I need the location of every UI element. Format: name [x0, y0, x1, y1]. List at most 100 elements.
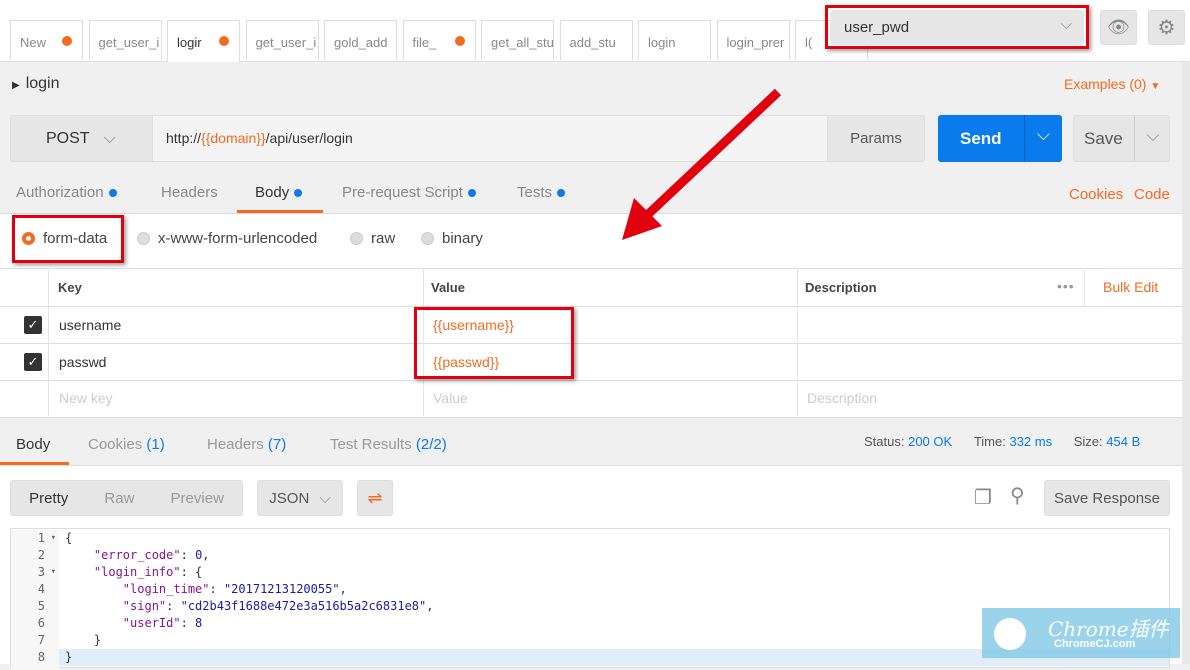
json-string: "20171213120055"	[223, 582, 340, 596]
examples-label: Examples (0)	[1064, 76, 1147, 92]
view-pretty[interactable]: Pretty	[29, 490, 68, 507]
request-tab[interactable]: file_	[402, 20, 476, 60]
caret-down-icon: ▼	[1150, 81, 1161, 92]
line-number: 5	[37, 599, 45, 613]
request-tab[interactable]: gold_add	[324, 20, 397, 60]
view-preview[interactable]: Preview	[171, 490, 224, 507]
request-tab[interactable]: add_stu	[559, 20, 633, 60]
column-description: Description	[805, 280, 877, 295]
wrap-icon: ⇌	[367, 487, 383, 508]
copy-icon[interactable]: ❐	[974, 485, 992, 510]
status-value: 200 OK	[908, 434, 953, 449]
radio-raw[interactable]: raw	[350, 230, 395, 247]
tab-label: Test Results	[330, 436, 412, 453]
tab-authorization[interactable]: Authorization	[16, 184, 117, 201]
indicator-dot-icon	[108, 189, 117, 197]
tab-label: Pre-request Script	[342, 184, 463, 201]
tab-label: Headers	[207, 436, 264, 453]
size-label: Size:	[1073, 434, 1103, 449]
request-tab[interactable]: get_all_stu	[481, 20, 554, 60]
bulk-edit-link[interactable]: Bulk Edit	[1103, 279, 1158, 295]
format-select[interactable]: JSON ⌵	[257, 480, 343, 516]
examples-dropdown[interactable]: Examples (0) ▼	[1064, 76, 1160, 92]
tab-label: logir	[177, 35, 202, 50]
code-link[interactable]: Code	[1134, 186, 1170, 203]
response-tab-body[interactable]: Body	[0, 436, 69, 465]
tab-label: login_prer	[726, 35, 785, 50]
request-tab[interactable]: login	[638, 20, 711, 60]
request-tab[interactable]: New	[10, 20, 83, 60]
tab-label: l(	[805, 35, 813, 50]
fold-icon[interactable]: ▾	[51, 530, 56, 547]
response-meta: Status: 200 OK Time: 332 ms Size: 454 B	[864, 434, 1140, 449]
request-tab[interactable]: login_prer	[716, 20, 790, 60]
radio-urlencoded[interactable]: x-www-form-urlencoded	[137, 230, 317, 247]
json-key: "error_code"	[93, 548, 181, 562]
url-path: /api/user/login	[265, 130, 353, 146]
eye-icon: 👁	[1107, 17, 1130, 37]
json-key: "userId"	[122, 616, 181, 630]
indicator-dot-icon	[557, 189, 566, 197]
method-select[interactable]: POST ⌵	[10, 115, 153, 162]
indicator-dot-icon	[294, 189, 303, 197]
watermark-logo: Chrome插件 ChromeCJ.com	[982, 608, 1180, 658]
environment-quick-look-button[interactable]: 👁	[1100, 10, 1137, 45]
divider	[0, 306, 1190, 307]
tab-label: get_all_stu	[491, 35, 554, 50]
unsaved-dot-icon	[219, 36, 229, 46]
radio-label: raw	[371, 230, 396, 247]
arrow-shaft	[638, 88, 782, 224]
size-value: 454 B	[1106, 434, 1141, 449]
params-button[interactable]: Params	[827, 115, 925, 162]
save-button[interactable]: Save ⌵	[1073, 115, 1170, 162]
save-label: Save	[1084, 128, 1123, 148]
json-number: 0	[195, 548, 203, 562]
snail-icon	[994, 618, 1026, 650]
save-response-button[interactable]: Save Response	[1044, 480, 1170, 516]
more-options-icon[interactable]: •••	[1057, 278, 1075, 294]
response-tab-cookies[interactable]: Cookies (1)	[88, 436, 165, 453]
radio-binary[interactable]: binary	[421, 230, 483, 247]
fold-icon[interactable]: ▾	[51, 564, 56, 581]
new-description-input[interactable]: Description	[807, 390, 877, 406]
json-key: "sign"	[122, 599, 167, 613]
save-options-chevron-icon[interactable]: ⌵	[1134, 116, 1171, 161]
line-number: 2	[37, 548, 45, 562]
row-checkbox[interactable]: ✓	[24, 316, 42, 334]
save-response-label: Save Response	[1054, 489, 1160, 507]
watermark-site: ChromeCJ.com	[1054, 638, 1136, 650]
send-label: Send	[960, 129, 1002, 148]
radio-icon	[421, 232, 434, 245]
annotation-arrow	[622, 88, 782, 240]
tab-headers[interactable]: Headers	[161, 184, 218, 201]
key-cell[interactable]: username	[59, 317, 121, 333]
new-key-input[interactable]: New key	[59, 390, 113, 406]
new-value-input[interactable]: Value	[433, 390, 468, 406]
scrollbar[interactable]	[1182, 62, 1190, 664]
radio-icon	[137, 232, 150, 245]
tab-label: Headers	[161, 184, 218, 201]
send-button[interactable]: Send ⌵	[938, 115, 1062, 162]
request-tab[interactable]: logir	[167, 20, 240, 62]
line-number: 7	[37, 633, 45, 647]
indicator-dot-icon	[467, 189, 476, 197]
tab-body[interactable]: Body	[237, 184, 323, 213]
request-tab[interactable]: get_user_i	[88, 20, 162, 60]
key-cell[interactable]: passwd	[59, 354, 106, 370]
wrap-lines-button[interactable]: ⇌	[357, 480, 393, 516]
request-tab[interactable]: get_user_i	[245, 20, 319, 60]
search-icon[interactable]: ⚲	[1010, 483, 1025, 508]
radio-label: binary	[442, 230, 483, 247]
time-label: Time:	[973, 434, 1006, 449]
request-name[interactable]: ▶ login	[12, 75, 60, 93]
cookies-link[interactable]: Cookies	[1069, 186, 1123, 203]
environment-settings-button[interactable]: ⚙	[1148, 10, 1185, 45]
tab-label: get_user_i	[98, 35, 160, 50]
view-raw[interactable]: Raw	[104, 490, 134, 507]
response-tab-test-results[interactable]: Test Results (2/2)	[330, 436, 447, 453]
row-checkbox[interactable]: ✓	[24, 353, 42, 371]
send-options-chevron-icon[interactable]: ⌵	[1024, 115, 1062, 162]
tab-prerequest-script[interactable]: Pre-request Script	[342, 184, 476, 201]
response-tab-headers[interactable]: Headers (7)	[207, 436, 286, 453]
tab-tests[interactable]: Tests	[517, 184, 566, 201]
